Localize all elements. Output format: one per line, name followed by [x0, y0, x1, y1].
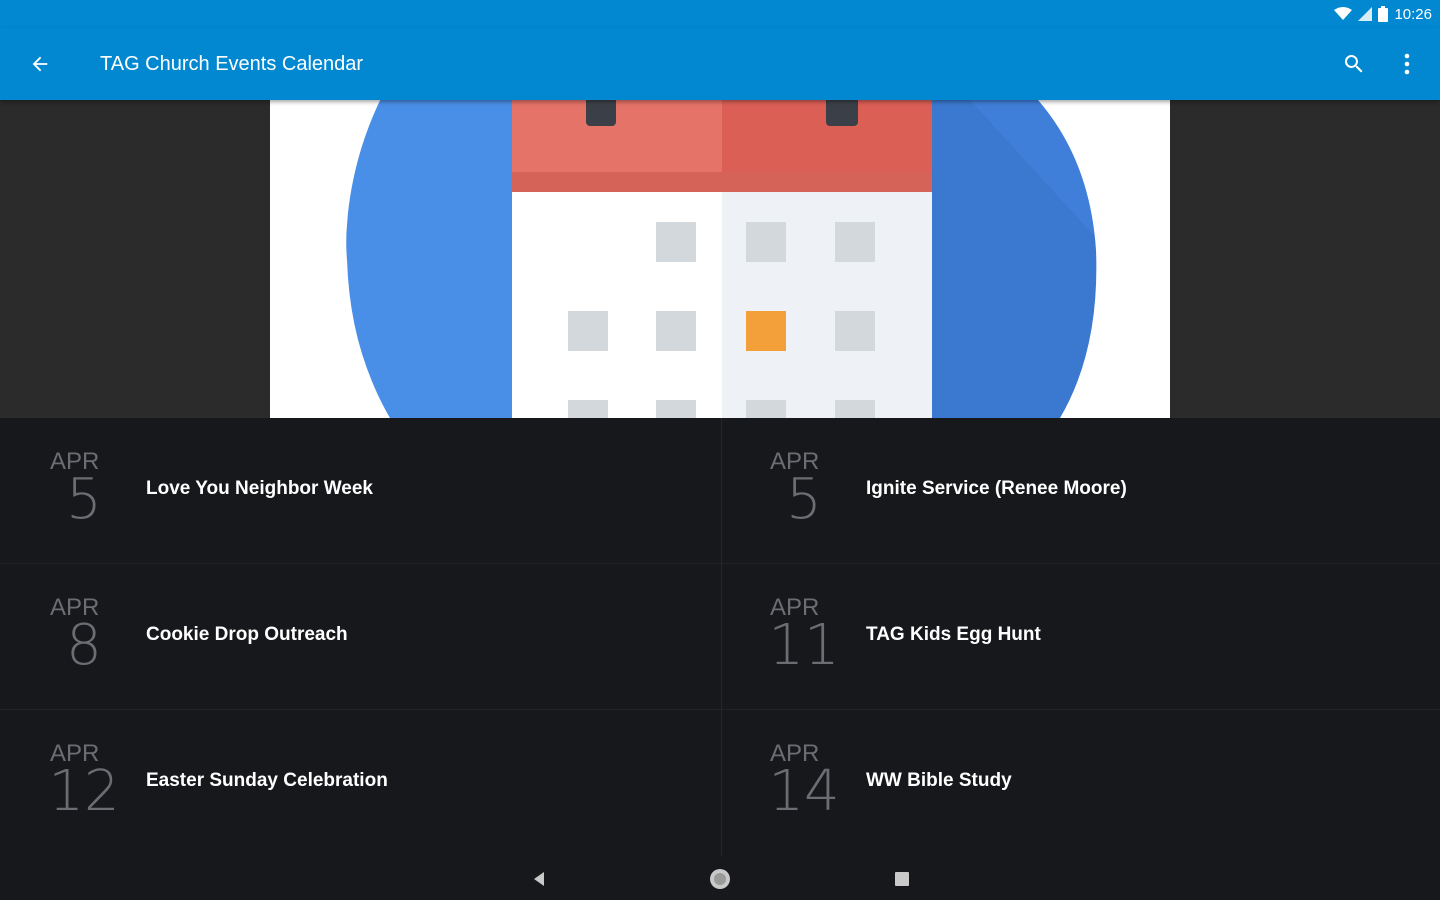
- nav-recents-button[interactable]: [884, 864, 920, 894]
- event-day: 11: [768, 613, 840, 678]
- event-title: Easter Sunday Celebration: [146, 770, 388, 791]
- event-day: 5: [786, 467, 822, 532]
- page-title: TAG Church Events Calendar: [100, 53, 364, 75]
- square-recents-icon: [895, 872, 909, 886]
- event-title: Ignite Service (Renee Moore): [866, 478, 1127, 499]
- event-day: 8: [66, 613, 102, 678]
- more-vert-icon: [1404, 53, 1410, 75]
- app-toolbar: TAG Church Events Calendar: [0, 28, 1440, 100]
- triangle-back-icon: [534, 872, 544, 886]
- system-nav-bar: [0, 856, 1440, 900]
- event-item[interactable]: APR 5 Ignite Service (Renee Moore): [720, 418, 1440, 564]
- search-icon: [1344, 55, 1363, 73]
- event-item[interactable]: APR 5 Love You Neighbor Week: [0, 418, 720, 564]
- status-icons: 10:26: [1334, 4, 1432, 24]
- wifi-icon: [1334, 7, 1353, 20]
- circle-home-icon: [710, 869, 730, 889]
- arrow-left-icon: [32, 56, 48, 72]
- event-day: 12: [48, 759, 120, 824]
- more-options-button[interactable]: [1390, 46, 1424, 82]
- event-item[interactable]: APR 11 TAG Kids Egg Hunt: [720, 564, 1440, 710]
- event-day: 14: [768, 759, 840, 824]
- nav-home-button[interactable]: [702, 864, 738, 894]
- nav-back-button[interactable]: [521, 864, 557, 894]
- event-title: Cookie Drop Outreach: [146, 624, 348, 645]
- cell-signal-icon: [1358, 7, 1373, 21]
- calendar-illustration: [270, 100, 1170, 418]
- event-item[interactable]: APR 12 Easter Sunday Celebration: [0, 710, 720, 856]
- event-item[interactable]: APR 8 Cookie Drop Outreach: [0, 564, 720, 710]
- hero-image: [270, 100, 1170, 418]
- battery-icon: [1378, 6, 1389, 22]
- back-button[interactable]: [22, 46, 58, 82]
- event-title: WW Bible Study: [866, 770, 1012, 791]
- event-title: TAG Kids Egg Hunt: [866, 624, 1041, 645]
- status-time: 10:26: [1394, 5, 1432, 23]
- event-title: Love You Neighbor Week: [146, 478, 373, 499]
- status-bar: 10:26: [0, 0, 1440, 28]
- event-item[interactable]: APR 14 WW Bible Study: [720, 710, 1440, 856]
- search-button[interactable]: [1336, 46, 1372, 82]
- event-day: 5: [66, 467, 102, 532]
